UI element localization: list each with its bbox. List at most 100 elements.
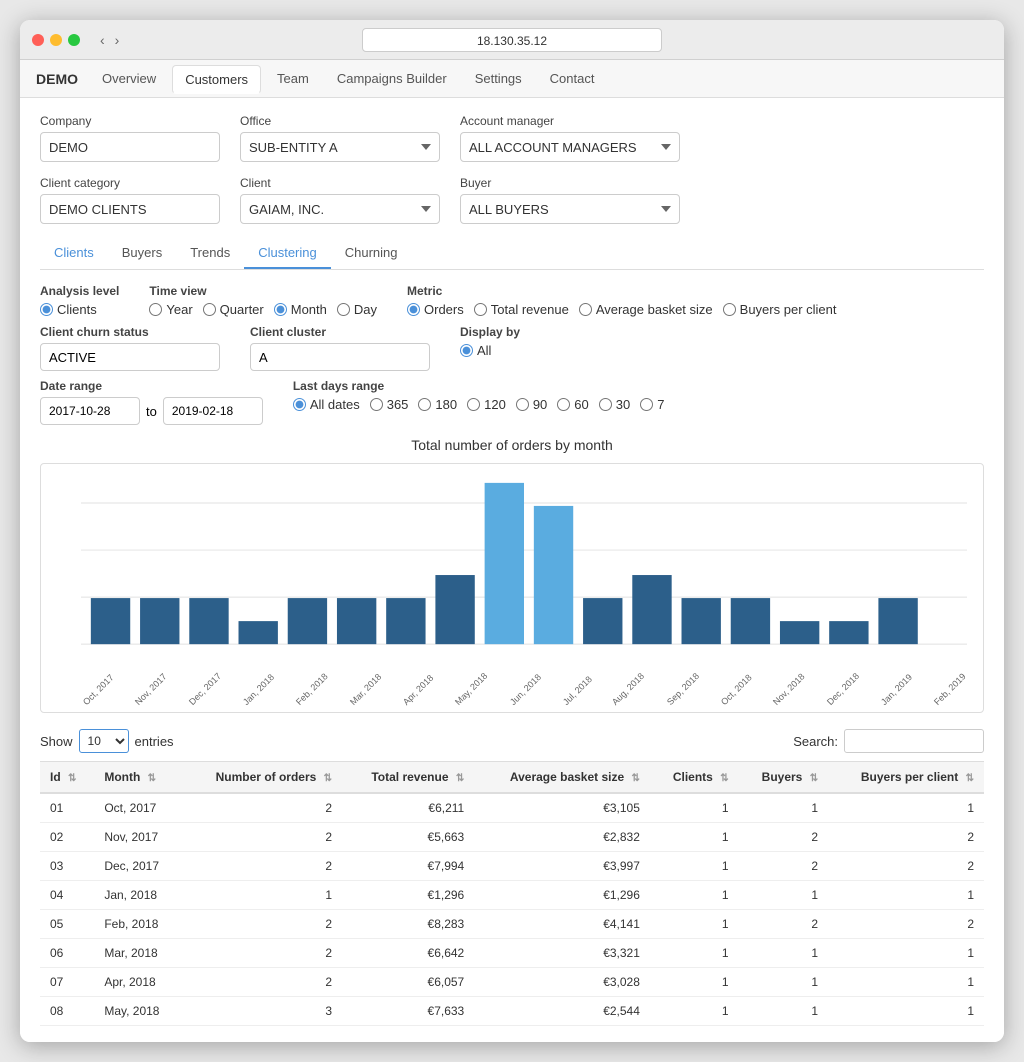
cell-avg-basket: €3,321 <box>474 939 650 968</box>
bar-mar-2018 <box>337 598 376 644</box>
last-days-radios: All dates 365 180 120 <box>293 397 665 412</box>
minimize-button[interactable] <box>50 34 62 46</box>
last-days-120-radio[interactable] <box>467 398 480 411</box>
time-view-radios: Year Quarter Month Day <box>149 302 377 317</box>
app-window: ‹ › 18.130.35.12 DEMO Overview Customers… <box>20 20 1004 1042</box>
last-days-90: 90 <box>516 397 547 412</box>
cell-clients: 1 <box>650 968 739 997</box>
url-bar[interactable]: 18.130.35.12 <box>362 28 662 52</box>
time-month-radio[interactable] <box>274 303 287 316</box>
tab-clustering[interactable]: Clustering <box>244 238 331 269</box>
time-quarter-radio[interactable] <box>203 303 216 316</box>
company-label: Company <box>40 114 220 128</box>
filter-row-1: Company Office SUB-ENTITY A Account mana… <box>40 114 984 162</box>
office-select[interactable]: SUB-ENTITY A <box>240 132 440 162</box>
cell-avg-basket: €2,544 <box>474 997 650 1026</box>
cell-month: Dec, 2017 <box>94 852 182 881</box>
col-revenue: Total revenue ⇅ <box>342 762 474 794</box>
last-days-90-radio[interactable] <box>516 398 529 411</box>
tab-buyers[interactable]: Buyers <box>108 238 176 269</box>
client-churn-input[interactable] <box>40 343 220 371</box>
bar-dec-2017 <box>189 598 228 644</box>
date-range-label: Date range <box>40 379 263 393</box>
tab-clients[interactable]: Clients <box>40 238 108 269</box>
nav-contact[interactable]: Contact <box>538 65 607 92</box>
date-from-input[interactable] <box>40 397 140 425</box>
table-section: Show 10 25 50 entries Search: Id ⇅ <box>40 729 984 1026</box>
nav-team[interactable]: Team <box>265 65 321 92</box>
nav-settings[interactable]: Settings <box>463 65 534 92</box>
time-year-label: Year <box>166 302 192 317</box>
entries-select[interactable]: 10 25 50 <box>79 729 129 753</box>
metric-orders-radio[interactable] <box>407 303 420 316</box>
last-days-7: 7 <box>640 397 664 412</box>
client-cluster-input[interactable] <box>250 343 430 371</box>
maximize-button[interactable] <box>68 34 80 46</box>
last-days-30-radio[interactable] <box>599 398 612 411</box>
account-manager-select[interactable]: ALL ACCOUNT MANAGERS <box>460 132 680 162</box>
client-label: Client <box>240 176 440 190</box>
last-days-60-radio[interactable] <box>557 398 570 411</box>
show-label: Show <box>40 734 73 749</box>
client-category-input[interactable] <box>40 194 220 224</box>
nav-customers[interactable]: Customers <box>172 65 261 94</box>
display-all-radio[interactable] <box>460 344 473 357</box>
time-day-radio[interactable] <box>337 303 350 316</box>
cell-month: May, 2018 <box>94 997 182 1026</box>
time-year: Year <box>149 302 192 317</box>
analysis-clients-label: Clients <box>57 302 97 317</box>
bar-nov-2018 <box>731 598 770 644</box>
last-days-180-radio[interactable] <box>418 398 431 411</box>
client-cluster-label: Client cluster <box>250 325 430 339</box>
last-days-30: 30 <box>599 397 630 412</box>
time-year-radio[interactable] <box>149 303 162 316</box>
last-days-7-radio[interactable] <box>640 398 653 411</box>
chart-title: Total number of orders by month <box>40 437 984 453</box>
company-input[interactable] <box>40 132 220 162</box>
client-select[interactable]: GAIAM, INC. <box>240 194 440 224</box>
app-logo: DEMO <box>36 71 78 87</box>
cell-buyers-per-client: 1 <box>828 881 984 910</box>
table-row: 08 May, 2018 3 €7,633 €2,544 1 1 1 <box>40 997 984 1026</box>
chart-container: 0 2 4 6 <box>40 463 984 713</box>
metric-orders-label: Orders <box>424 302 464 317</box>
metric-basket-label: Average basket size <box>596 302 713 317</box>
bar-jan-2019 <box>829 621 868 644</box>
nav-campaigns[interactable]: Campaigns Builder <box>325 65 459 92</box>
cell-buyers-per-client: 1 <box>828 939 984 968</box>
tab-trends[interactable]: Trends <box>176 238 244 269</box>
metric-basket-radio[interactable] <box>579 303 592 316</box>
last-days-all-radio[interactable] <box>293 398 306 411</box>
account-manager-label: Account manager <box>460 114 680 128</box>
cell-clients: 1 <box>650 793 739 823</box>
analysis-clients-radio[interactable] <box>40 303 53 316</box>
forward-button[interactable]: › <box>111 30 124 50</box>
close-button[interactable] <box>32 34 44 46</box>
last-days-label: Last days range <box>293 379 665 393</box>
buyer-select[interactable]: ALL BUYERS <box>460 194 680 224</box>
search-input[interactable] <box>844 729 984 753</box>
metric-buyers-per-client-radio[interactable] <box>723 303 736 316</box>
cell-buyers: 1 <box>739 968 828 997</box>
col-avg-basket: Average basket size ⇅ <box>474 762 650 794</box>
metric-buyers-per-client: Buyers per client <box>723 302 837 317</box>
cell-revenue: €5,663 <box>342 823 474 852</box>
metric-revenue-radio[interactable] <box>474 303 487 316</box>
chart-x-labels: Oct, 2017 Nov, 2017 Dec, 2017 Jan, 2018 … <box>81 700 973 710</box>
nav-overview[interactable]: Overview <box>90 65 168 92</box>
last-days-60: 60 <box>557 397 588 412</box>
date-to-input[interactable] <box>163 397 263 425</box>
col-clients: Clients ⇅ <box>650 762 739 794</box>
last-days-365-radio[interactable] <box>370 398 383 411</box>
chart-svg: 0 2 4 6 <box>81 480 967 672</box>
bar-dec-2018 <box>780 621 819 644</box>
table-row: 07 Apr, 2018 2 €6,057 €3,028 1 1 1 <box>40 968 984 997</box>
tab-churning[interactable]: Churning <box>331 238 412 269</box>
buyer-label: Buyer <box>460 176 680 190</box>
display-all-label: All <box>477 343 491 358</box>
analysis-clients: Clients <box>40 302 97 317</box>
table-row: 05 Feb, 2018 2 €8,283 €4,141 1 2 2 <box>40 910 984 939</box>
company-filter: Company <box>40 114 220 162</box>
back-button[interactable]: ‹ <box>96 30 109 50</box>
cell-id: 06 <box>40 939 94 968</box>
